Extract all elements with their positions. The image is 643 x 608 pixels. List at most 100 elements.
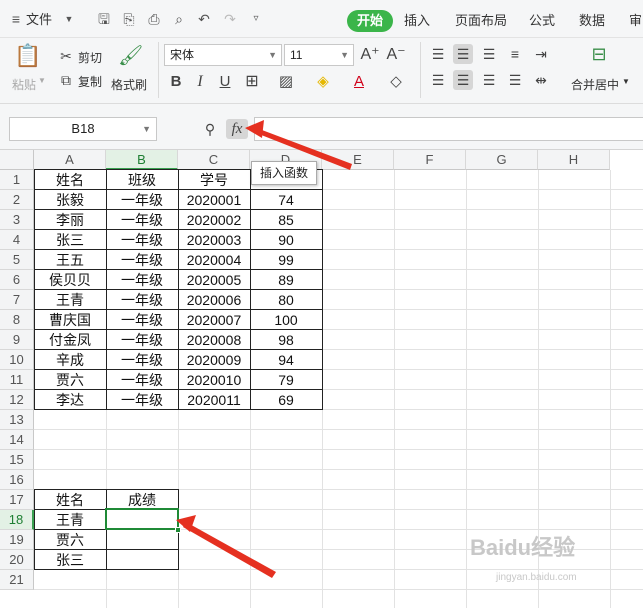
baidu-watermark: Baidu经验 jingyan.baidu.com — [470, 530, 630, 600]
score-table-cell: 99 — [278, 252, 294, 268]
row-header-16[interactable]: 16 — [0, 470, 34, 490]
tab-review[interactable]: 审 — [626, 10, 643, 32]
row-header-19[interactable]: 19 — [0, 530, 34, 550]
lookup-table-cell — [106, 550, 178, 570]
paste-button[interactable]: 粘贴 — [12, 76, 36, 93]
align-left-icon[interactable]: ☰ — [428, 70, 448, 90]
paste-dropdown-icon[interactable]: ▼ — [38, 76, 46, 85]
column-header-e[interactable]: E — [322, 150, 394, 170]
merge-center-button[interactable]: 合并居中 — [571, 76, 619, 93]
save-icon[interactable]: 🖫 — [96, 11, 112, 27]
file-menu-button[interactable]: 文件 — [26, 10, 52, 30]
format-painter-icon[interactable]: 🖌 — [118, 46, 143, 72]
tab-page-layout[interactable]: 页面布局 — [452, 10, 510, 32]
font-size-select[interactable]: 11 ▼ — [284, 44, 354, 66]
customize-toolbar-icon[interactable]: ▿ — [248, 11, 264, 27]
scissors-icon[interactable]: ✂ — [56, 46, 76, 66]
distribute-icon[interactable]: ⇹ — [531, 70, 551, 90]
align-top-icon[interactable]: ☰ — [428, 44, 448, 64]
zoom-icon[interactable]: ⚲ — [200, 119, 220, 139]
bold-button[interactable]: B — [166, 72, 186, 92]
lookup-table-cell — [106, 530, 178, 550]
cell-style-icon[interactable]: ▨ — [276, 72, 296, 92]
name-box[interactable]: B18 ▼ — [9, 117, 157, 141]
row-header-20[interactable]: 20 — [0, 550, 34, 570]
font-name-select[interactable]: 宋体 ▼ — [164, 44, 282, 66]
row-header-11[interactable]: 11 — [0, 370, 34, 390]
row-header-9[interactable]: 9 — [0, 330, 34, 350]
indent-icon[interactable]: ⇥ — [531, 44, 551, 64]
row-header-10[interactable]: 10 — [0, 350, 34, 370]
increase-font-icon[interactable]: A⁺ — [360, 45, 380, 65]
column-header-c[interactable]: C — [178, 150, 250, 170]
format-painter-button[interactable]: 格式刷 — [111, 76, 147, 93]
row-header-3[interactable]: 3 — [0, 210, 34, 230]
chevron-down-icon[interactable]: ▼ — [622, 77, 630, 86]
score-table-cell: 90 — [278, 232, 294, 248]
row-header-1[interactable]: 1 — [0, 170, 34, 190]
row-header-7[interactable]: 7 — [0, 290, 34, 310]
row-header-8[interactable]: 8 — [0, 310, 34, 330]
menu-icon[interactable]: ≡ — [8, 11, 24, 27]
row-header-18[interactable]: 18 — [0, 510, 34, 530]
column-header-g[interactable]: G — [466, 150, 538, 170]
paste-icon[interactable]: 📋 — [14, 45, 41, 74]
score-table-cell: 2020010 — [186, 372, 242, 388]
insert-function-button[interactable]: fx — [226, 119, 248, 139]
row-header-12[interactable]: 12 — [0, 390, 34, 410]
row-header-15[interactable]: 15 — [0, 450, 34, 470]
lookup-table-cell: 姓名 — [56, 492, 84, 508]
decrease-font-icon[interactable]: A⁻ — [386, 45, 406, 65]
row-header-6[interactable]: 6 — [0, 270, 34, 290]
italic-button[interactable]: I — [190, 72, 210, 92]
score-table-cell: 贾六 — [56, 372, 84, 388]
column-header-h[interactable]: H — [538, 150, 610, 170]
column-header-a[interactable]: A — [34, 150, 106, 170]
score-table-cell: 2020008 — [186, 332, 242, 348]
selected-cell[interactable] — [105, 508, 179, 530]
align-bottom-icon[interactable]: ☰ — [479, 44, 499, 64]
column-header-f[interactable]: F — [394, 150, 466, 170]
cut-button[interactable]: 剪切 — [78, 49, 102, 66]
redo-icon[interactable]: ↷ — [222, 11, 238, 27]
fill-color-icon[interactable]: ◈ — [313, 72, 333, 92]
justify-icon[interactable]: ☰ — [505, 70, 525, 90]
align-center-icon[interactable]: ☰ — [453, 70, 473, 90]
print-icon[interactable]: ⎙ — [146, 11, 162, 27]
score-table-cell: 学号 — [200, 172, 228, 188]
export-icon[interactable]: ⎘ — [121, 11, 137, 27]
row-header-17[interactable]: 17 — [0, 490, 34, 510]
lookup-table-cell: 贾六 — [56, 532, 84, 548]
tab-data[interactable]: 数据 — [576, 10, 608, 32]
font-color-icon[interactable]: A — [349, 72, 369, 92]
print-preview-icon[interactable]: ⌕ — [171, 11, 187, 27]
tab-insert[interactable]: 插入 — [401, 10, 433, 32]
tab-formulas[interactable]: 公式 — [526, 10, 558, 32]
chevron-down-icon[interactable]: ▼ — [61, 11, 77, 27]
row-header-4[interactable]: 4 — [0, 230, 34, 250]
undo-icon[interactable]: ↶ — [196, 11, 212, 27]
row-header-2[interactable]: 2 — [0, 190, 34, 210]
formula-input[interactable] — [254, 117, 643, 141]
score-table-cell: 2020005 — [186, 272, 242, 288]
fill-handle[interactable] — [175, 527, 181, 533]
underline-button[interactable]: U — [215, 72, 235, 92]
align-right-icon[interactable]: ☰ — [479, 70, 499, 90]
row-header-14[interactable]: 14 — [0, 430, 34, 450]
tab-home[interactable]: 开始 — [347, 10, 394, 32]
merge-center-icon[interactable]: ⊟ — [587, 44, 611, 68]
score-table-border — [106, 169, 107, 410]
copy-button[interactable]: 复制 — [78, 73, 102, 90]
row-header-21[interactable]: 21 — [0, 570, 34, 590]
score-table-cell: 2020001 — [186, 192, 242, 208]
column-header-b[interactable]: B — [106, 150, 178, 170]
lookup-table-cell: 张三 — [56, 552, 84, 568]
row-header-13[interactable]: 13 — [0, 410, 34, 430]
select-all-corner[interactable] — [0, 150, 34, 170]
orientation-icon[interactable]: ≡ — [505, 44, 525, 64]
row-header-5[interactable]: 5 — [0, 250, 34, 270]
borders-icon[interactable]: ⊞ — [242, 72, 262, 92]
clear-format-icon[interactable]: ◇ — [386, 72, 406, 92]
copy-icon[interactable]: ⧉ — [56, 70, 76, 90]
align-middle-icon[interactable]: ☰ — [453, 44, 473, 64]
